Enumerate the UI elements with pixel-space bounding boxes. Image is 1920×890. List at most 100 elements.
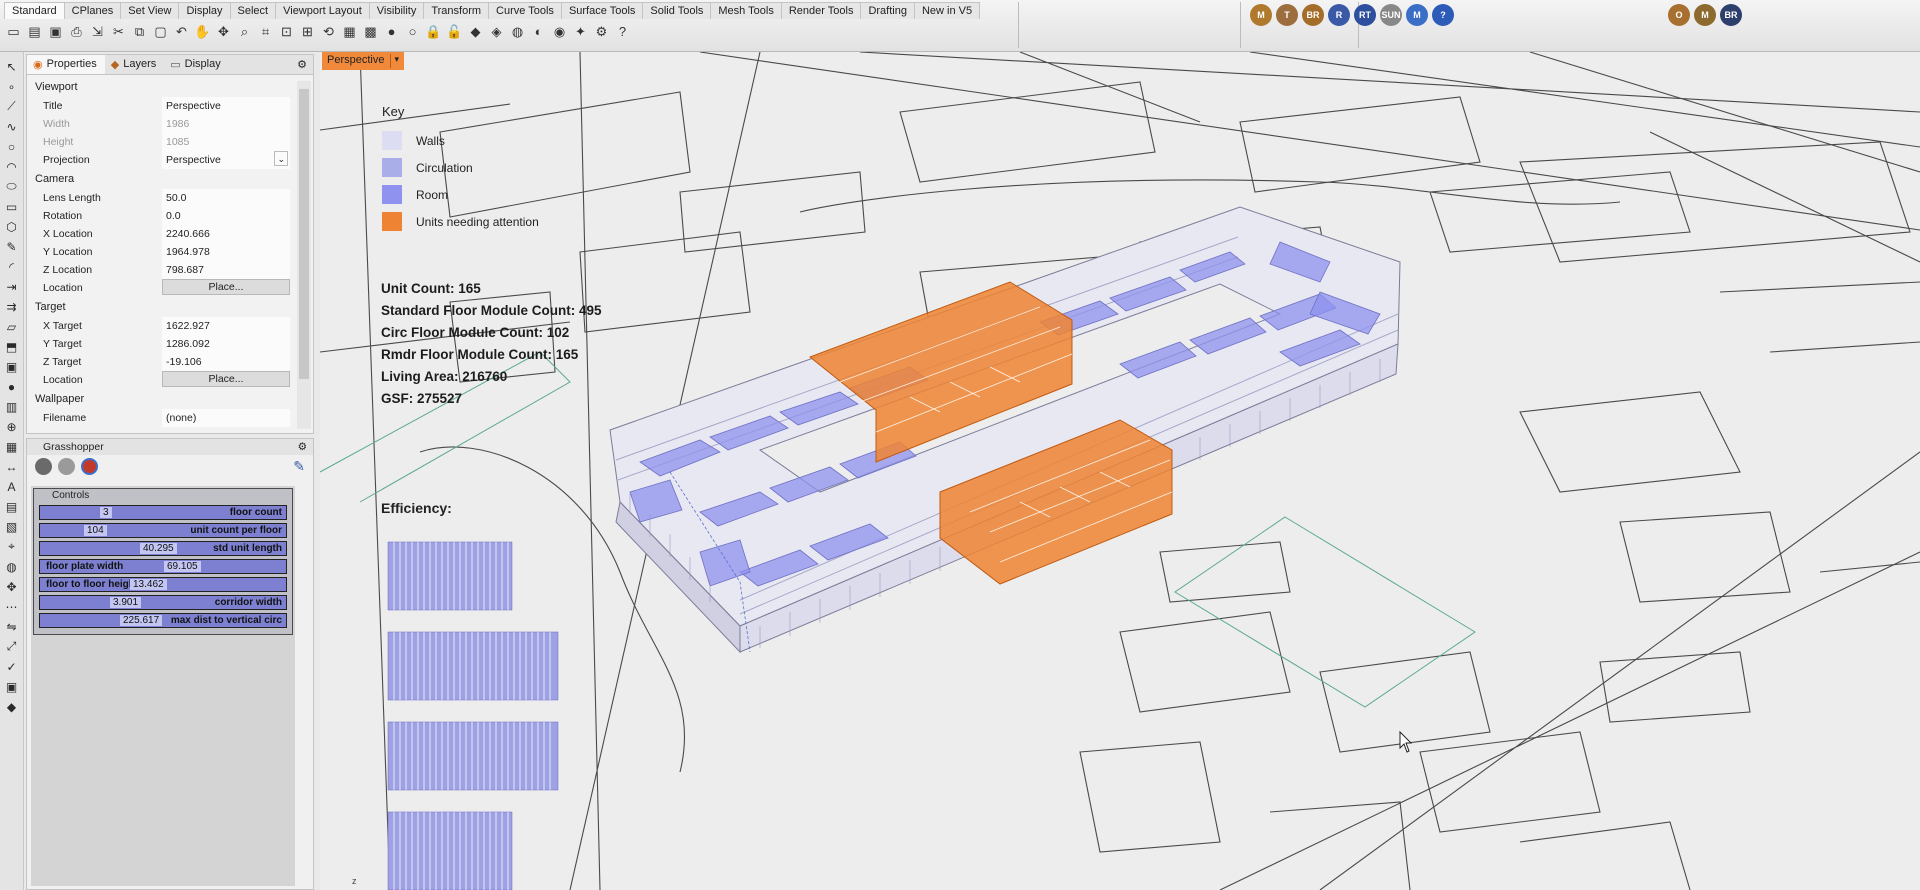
light-icon[interactable]: ✦ [571,22,590,41]
extend-icon[interactable]: ⇥ [3,278,21,295]
surface-icon[interactable]: ▱ [3,318,21,335]
viewport-layout-icon[interactable]: ▦ [340,22,359,41]
zoom-selected-icon[interactable]: ⊞ [298,22,317,41]
print-icon[interactable]: ⎙ [67,22,86,41]
pencil-icon[interactable]: ✎ [293,458,305,476]
place-location-button[interactable]: Place... [162,279,290,295]
toolbar-tab-visibility[interactable]: Visibility [368,2,425,19]
chevron-down-icon[interactable]: ▾ [390,54,399,68]
layer-icon[interactable]: ◆ [466,22,485,41]
zoom-icon[interactable]: ⌕ [235,22,254,41]
render-tool-1-icon[interactable]: T [1276,4,1298,26]
zoom-extents-icon[interactable]: ⊡ [277,22,296,41]
tab-display[interactable]: ▭ Display [164,55,228,74]
array-icon[interactable]: ⋯ [3,598,21,615]
projection-select[interactable]: Perspective ⌄ [162,151,290,169]
unlock-icon[interactable]: 🔓 [445,22,464,41]
extrude-icon[interactable]: ⬒ [3,338,21,355]
slider-floor-plate-width[interactable]: floor plate width 69.105 [39,559,287,574]
show-icon[interactable]: ○ [403,22,422,41]
import-icon[interactable]: ⇲ [88,22,107,41]
plugin-tool-0-icon[interactable]: O [1668,4,1690,26]
cut-icon[interactable]: ✂ [109,22,128,41]
slider-std-unit-length[interactable]: std unit length 40.295 [39,541,287,556]
toolbar-tab-cplanes[interactable]: CPlanes [63,2,122,19]
point-icon[interactable]: ∘ [3,78,21,95]
mesh-icon[interactable]: ▦ [3,438,21,455]
rectangle-icon[interactable]: ▭ [3,198,21,215]
toolbar-tab-drafting[interactable]: Drafting [860,2,915,19]
material-icon[interactable]: ◐ [529,22,548,41]
slider-value[interactable]: 3.901 [110,597,142,608]
circle-icon[interactable]: ○ [3,138,21,155]
cylinder-icon[interactable]: ▥ [3,398,21,415]
toolbar-tab-viewport-layout[interactable]: Viewport Layout [275,2,370,19]
toolbar-tab-standard[interactable]: Standard [4,2,65,19]
slider-corridor-width[interactable]: corridor width 3.901 [39,595,287,610]
scene-canvas[interactable]: z [320,52,1920,890]
toolbar-tab-select[interactable]: Select [229,2,277,19]
scrollbar-thumb[interactable] [299,89,309,379]
polyline-icon[interactable]: ⟋ [3,98,21,115]
dimension-icon[interactable]: ↔ [3,458,21,475]
tab-layers[interactable]: ◆ Layers [105,55,165,74]
slider-max-dist-to-vertical-circ[interactable]: max dist to vertical circ 225.617 [39,613,287,628]
offset-icon[interactable]: ⇉ [3,298,21,315]
slider-floor-count[interactable]: floor count 3 [39,505,287,520]
slider-value[interactable]: 69.105 [164,561,201,572]
hatch-icon[interactable]: ▤ [3,498,21,515]
open-icon[interactable]: ▤ [25,22,44,41]
render-tool-7-icon[interactable]: ? [1432,4,1454,26]
slider-value[interactable]: 3 [100,507,112,518]
select-icon[interactable]: ↖ [3,58,21,75]
sphere-icon[interactable]: ◉ [550,22,569,41]
boolean-icon[interactable]: ⊕ [3,418,21,435]
group-icon[interactable]: ▣ [3,678,21,695]
render-icon[interactable]: ◍ [508,22,527,41]
building-model[interactable] [609,206,1401,654]
preview-icon[interactable] [58,458,75,475]
scale-icon[interactable]: ⤢ [3,638,21,655]
toolbar-tab-new-in-v5[interactable]: New in V5 [913,2,981,19]
fillet-icon[interactable]: ◜ [3,258,21,275]
lock-icon[interactable]: 🔒 [424,22,443,41]
options-icon[interactable]: ⚙ [592,22,611,41]
box-icon[interactable]: ▣ [3,358,21,375]
copy-icon[interactable]: ⧉ [130,22,149,41]
toolbar-tab-curve-tools[interactable]: Curve Tools [488,2,562,19]
tab-properties[interactable]: ◉ Properties [27,55,105,74]
plugin-tool-2-icon[interactable]: BR [1720,4,1742,26]
move-icon[interactable]: ✥ [214,22,233,41]
transform-icon[interactable]: ✥ [3,578,21,595]
viewport-title-tab[interactable]: Perspective ▾ [322,52,405,70]
render-icon[interactable]: ◍ [3,558,21,575]
slider-value[interactable]: 40.295 [140,543,177,554]
slider-value[interactable]: 225.617 [120,615,163,626]
toolbar-tab-set-view[interactable]: Set View [120,2,180,19]
slider-unit-count-per-floor[interactable]: unit count per floor 104 [39,523,287,538]
zoom-window-icon[interactable]: ⌗ [256,22,275,41]
analyze-icon[interactable]: ⌖ [3,538,21,555]
render-tool-6-icon[interactable]: M [1406,4,1428,26]
help-icon[interactable]: ? [613,22,632,41]
save-icon[interactable]: ▣ [46,22,65,41]
layer-icon[interactable]: ◆ [3,698,21,715]
toolbar-tab-mesh-tools[interactable]: Mesh Tools [710,2,782,19]
ellipse-icon[interactable]: ⬭ [3,178,21,195]
polygon-icon[interactable]: ⬡ [3,218,21,235]
paste-icon[interactable]: ▢ [151,22,170,41]
render-tool-5-icon[interactable]: SUN [1380,4,1402,26]
toolbar-tab-render-tools[interactable]: Render Tools [780,2,862,19]
toolbar-tab-surface-tools[interactable]: Surface Tools [560,2,644,19]
new-file-icon[interactable]: ▭ [4,22,23,41]
pan-icon[interactable]: ✋ [193,22,212,41]
remote-control-icon[interactable] [35,458,52,475]
plugin-tool-1-icon[interactable]: M [1694,4,1716,26]
hide-icon[interactable]: ● [382,22,401,41]
grid-icon[interactable]: ▩ [361,22,380,41]
sphere-icon[interactable]: ● [3,378,21,395]
render-tool-3-icon[interactable]: R [1328,4,1350,26]
properties-scrollbar[interactable] [297,81,311,429]
check-icon[interactable]: ✓ [3,658,21,675]
toolbar-tab-display[interactable]: Display [178,2,231,19]
